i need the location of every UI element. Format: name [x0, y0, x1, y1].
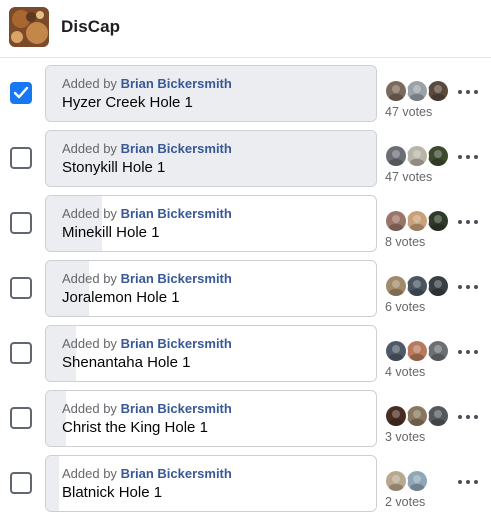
vote-count[interactable]: 4 votes — [385, 365, 425, 379]
voter-avatar[interactable] — [426, 404, 450, 428]
more-options-icon[interactable] — [458, 217, 480, 229]
voter-avatar[interactable] — [384, 404, 408, 428]
voter-avatars[interactable] — [384, 144, 454, 170]
voter-avatar[interactable] — [426, 144, 450, 168]
checkmark-icon — [13, 86, 29, 99]
voter-avatars[interactable] — [384, 339, 454, 365]
voter-avatar[interactable] — [384, 339, 408, 363]
poll-option-card[interactable]: Added by Brian Bickersmith Stonykill Hole… — [45, 130, 377, 187]
option-added-by: Added by Brian Bickersmith — [62, 141, 232, 156]
voter-avatar[interactable] — [405, 404, 429, 428]
option-added-by: Added by Brian Bickersmith — [62, 206, 232, 221]
group-title[interactable]: DisCap — [61, 17, 120, 37]
added-by-prefix: Added by — [62, 466, 117, 481]
added-by-prefix: Added by — [62, 336, 117, 351]
voter-avatars[interactable] — [384, 404, 454, 430]
poll-option-card[interactable]: Added by Brian Bickersmith Hyzer Creek Ho… — [45, 65, 377, 122]
option-label: Hyzer Creek Hole 1 — [62, 94, 193, 111]
poll-option-row: Added by Brian Bickersmith Joralemon Hole… — [0, 260, 491, 318]
group-avatar[interactable] — [9, 7, 49, 47]
more-options-icon[interactable] — [458, 87, 480, 99]
voter-avatar[interactable] — [405, 274, 429, 298]
vote-count[interactable]: 2 votes — [385, 495, 425, 509]
voter-avatars[interactable] — [384, 274, 454, 300]
poll-option-row: Added by Brian Bickersmith Shenantaha Hol… — [0, 325, 491, 383]
voter-avatar[interactable] — [384, 274, 408, 298]
poll-option-row: Added by Brian Bickersmith Christ the Kin… — [0, 390, 491, 448]
poll-option-checkbox[interactable] — [10, 82, 32, 104]
option-author-link[interactable]: Brian Bickersmith — [121, 76, 232, 91]
added-by-prefix: Added by — [62, 76, 117, 91]
vote-count[interactable]: 47 votes — [385, 105, 432, 119]
voter-avatar[interactable] — [426, 274, 450, 298]
poll-option-checkbox[interactable] — [10, 147, 32, 169]
more-options-icon[interactable] — [458, 152, 480, 164]
poll-option-row: Added by Brian Bickersmith Blatnick Hole … — [0, 455, 491, 513]
added-by-prefix: Added by — [62, 206, 117, 221]
poll-option-checkbox[interactable] — [10, 407, 32, 429]
voter-avatar[interactable] — [384, 209, 408, 233]
poll-option-card[interactable]: Added by Brian Bickersmith Shenantaha Hol… — [45, 325, 377, 382]
more-options-icon[interactable] — [458, 347, 480, 359]
vote-count[interactable]: 3 votes — [385, 430, 425, 444]
option-label: Blatnick Hole 1 — [62, 484, 163, 501]
more-options-icon[interactable] — [458, 412, 480, 424]
voter-avatar[interactable] — [426, 79, 450, 103]
vote-share-bar — [46, 456, 59, 511]
vote-count[interactable]: 47 votes — [385, 170, 432, 184]
vote-count[interactable]: 8 votes — [385, 235, 425, 249]
option-added-by: Added by Brian Bickersmith — [62, 271, 232, 286]
option-author-link[interactable]: Brian Bickersmith — [121, 401, 232, 416]
voter-avatar[interactable] — [405, 144, 429, 168]
voter-avatar[interactable] — [426, 209, 450, 233]
poll-option-row: Added by Brian Bickersmith Minekill Hole … — [0, 195, 491, 253]
option-author-link[interactable]: Brian Bickersmith — [121, 336, 232, 351]
option-author-link[interactable]: Brian Bickersmith — [121, 206, 232, 221]
poll-option-row: Added by Brian Bickersmith Stonykill Hole… — [0, 130, 491, 188]
voter-avatars[interactable] — [384, 209, 454, 235]
option-label: Christ the King Hole 1 — [62, 419, 208, 436]
poll-option-checkbox[interactable] — [10, 342, 32, 364]
added-by-prefix: Added by — [62, 271, 117, 286]
option-added-by: Added by Brian Bickersmith — [62, 336, 232, 351]
option-author-link[interactable]: Brian Bickersmith — [121, 271, 232, 286]
voter-avatar[interactable] — [384, 469, 408, 493]
voter-avatars[interactable] — [384, 79, 454, 105]
more-options-icon[interactable] — [458, 282, 480, 294]
poll-option-checkbox[interactable] — [10, 472, 32, 494]
voter-avatar[interactable] — [405, 469, 429, 493]
option-author-link[interactable]: Brian Bickersmith — [121, 141, 232, 156]
poll-option-card[interactable]: Added by Brian Bickersmith Joralemon Hole… — [45, 260, 377, 317]
poll-option-row: Added by Brian Bickersmith Hyzer Creek Ho… — [0, 65, 491, 123]
voter-avatars[interactable] — [384, 469, 454, 495]
poll-option-card[interactable]: Added by Brian Bickersmith Minekill Hole … — [45, 195, 377, 252]
option-label: Minekill Hole 1 — [62, 224, 160, 241]
option-label: Stonykill Hole 1 — [62, 159, 166, 176]
vote-count[interactable]: 6 votes — [385, 300, 425, 314]
group-header: DisCap — [0, 0, 491, 58]
poll-option-checkbox[interactable] — [10, 277, 32, 299]
added-by-prefix: Added by — [62, 401, 117, 416]
option-added-by: Added by Brian Bickersmith — [62, 401, 232, 416]
poll-option-card[interactable]: Added by Brian Bickersmith Blatnick Hole … — [45, 455, 377, 512]
option-author-link[interactable]: Brian Bickersmith — [121, 466, 232, 481]
voter-avatar[interactable] — [384, 79, 408, 103]
voter-avatar[interactable] — [426, 339, 450, 363]
poll-option-card[interactable]: Added by Brian Bickersmith Christ the Kin… — [45, 390, 377, 447]
more-options-icon[interactable] — [458, 477, 480, 489]
option-label: Joralemon Hole 1 — [62, 289, 180, 306]
option-added-by: Added by Brian Bickersmith — [62, 466, 232, 481]
poll-option-checkbox[interactable] — [10, 212, 32, 234]
voter-avatar[interactable] — [405, 339, 429, 363]
added-by-prefix: Added by — [62, 141, 117, 156]
voter-avatar[interactable] — [384, 144, 408, 168]
voter-avatar[interactable] — [405, 79, 429, 103]
voter-avatar[interactable] — [405, 209, 429, 233]
option-label: Shenantaha Hole 1 — [62, 354, 191, 371]
option-added-by: Added by Brian Bickersmith — [62, 76, 232, 91]
